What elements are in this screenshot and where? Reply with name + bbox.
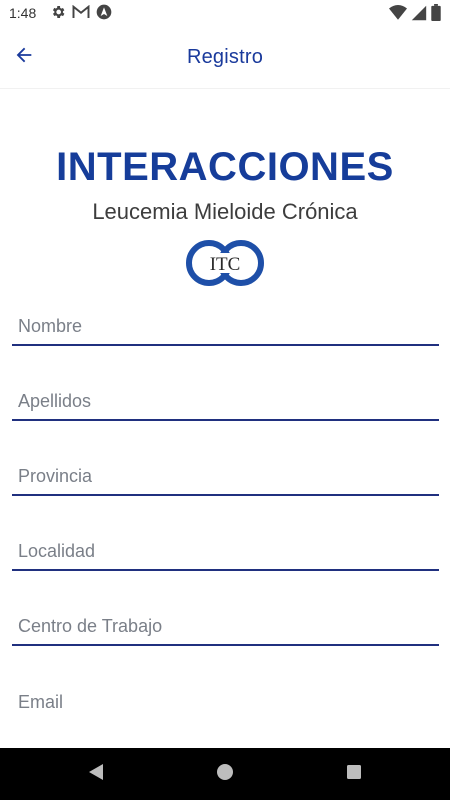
brand-title: INTERACCIONES [56,145,394,189]
localidad-input[interactable] [12,526,439,571]
app-bar: Registro [0,26,450,88]
itc-logo: ITC [186,240,264,286]
nav-back-button[interactable] [84,762,108,786]
localidad-field-wrap [12,526,439,571]
home-circle-icon [216,763,234,786]
nav-recents-button[interactable] [342,762,366,786]
nombre-field-wrap [12,301,439,346]
back-triangle-icon [88,763,104,786]
email-field-wrap [12,676,439,721]
gmail-icon [72,5,90,19]
apellidos-field-wrap [12,376,439,421]
provincia-field-wrap [12,451,439,496]
wifi-icon [389,4,407,21]
apellidos-input[interactable] [12,376,439,421]
centro-trabajo-input[interactable] [12,601,439,646]
logo-text: ITC [210,254,241,275]
recents-square-icon [346,764,362,785]
status-icons-right [389,4,441,21]
page-title: Registro [186,46,264,68]
battery-icon [431,4,441,21]
app-bar-divider [0,88,450,89]
gear-icon [50,4,66,20]
provincia-input[interactable] [12,451,439,496]
nav-app-icon [96,4,112,20]
centro-trabajo-field-wrap [12,601,439,646]
system-nav-bar [0,748,450,800]
status-time: 1:48 [9,5,37,21]
nav-home-button[interactable] [213,762,237,786]
nombre-input[interactable] [12,301,439,346]
brand-subtitle: Leucemia Mieloide Crónica [92,199,358,224]
email-input[interactable] [12,676,439,721]
status-bar: 1:48 [0,0,450,26]
signal-icon [411,5,427,21]
status-icons-left [50,4,112,20]
